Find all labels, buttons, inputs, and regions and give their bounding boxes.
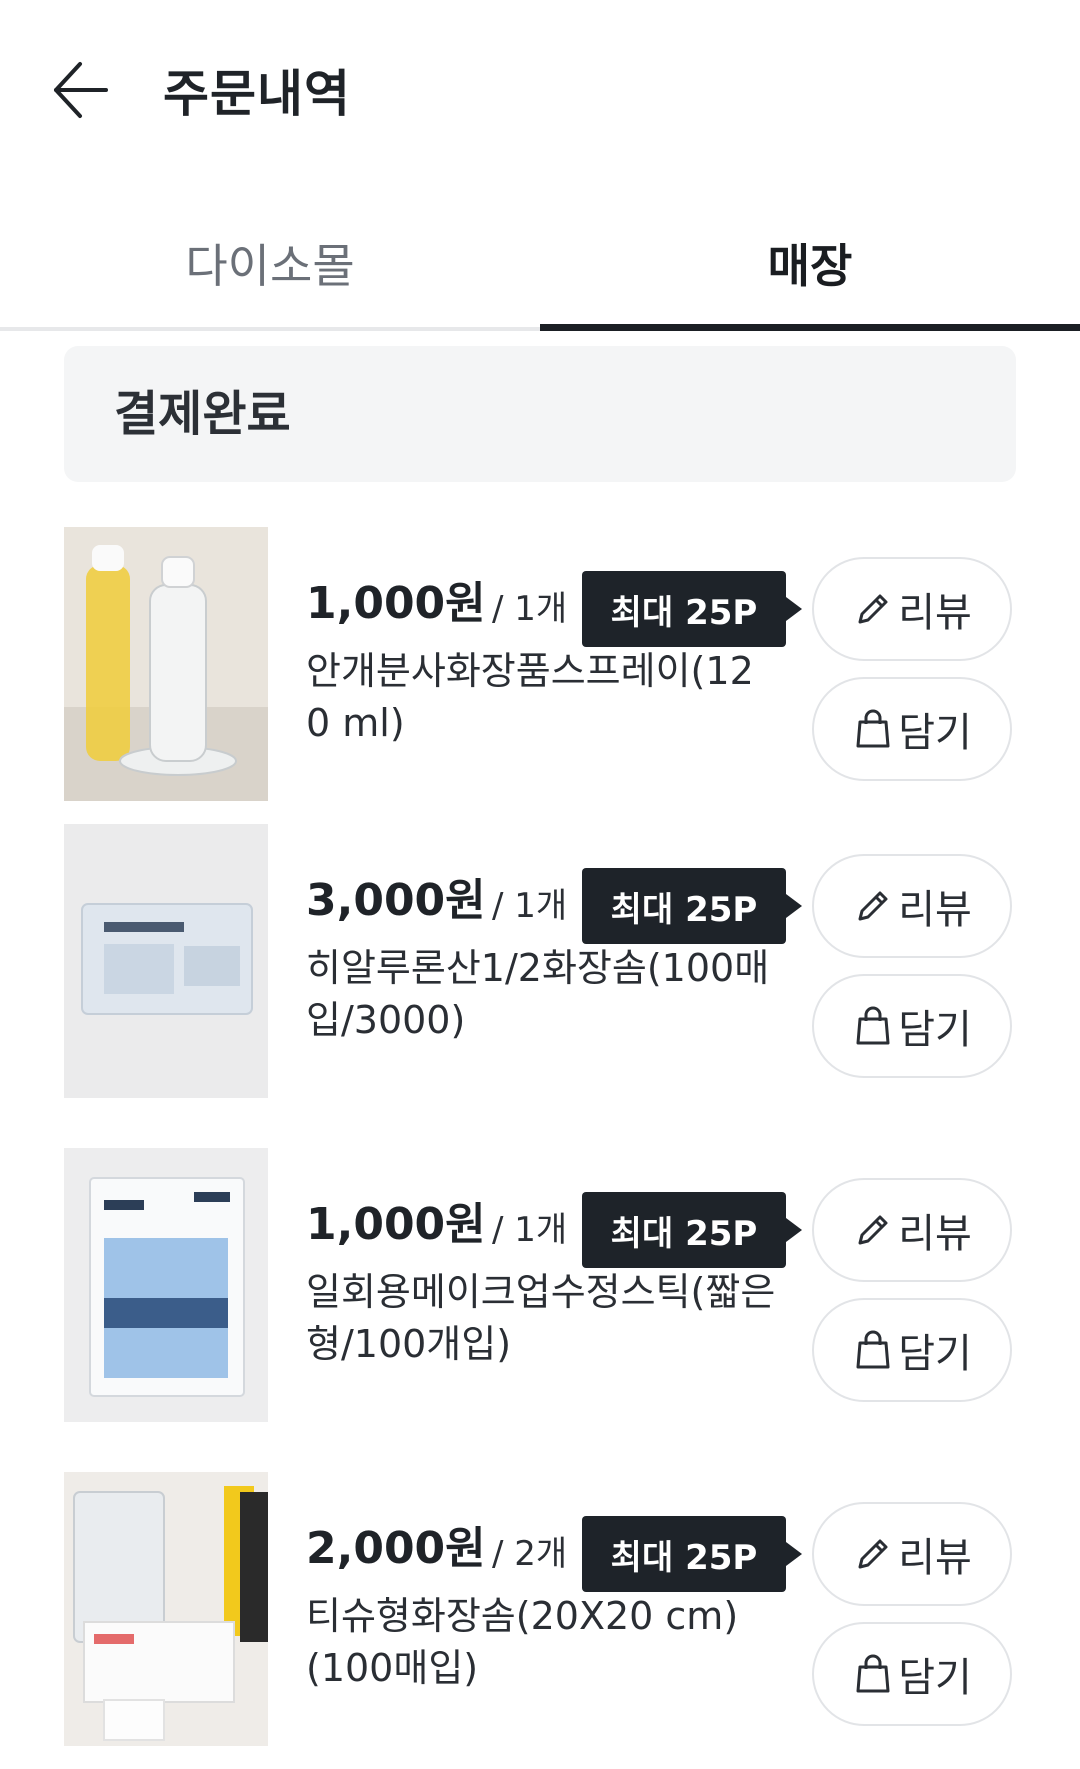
item-quantity: / 2개 xyxy=(492,1534,568,1574)
shopping-bag-icon xyxy=(856,709,890,748)
cotton-pad-pack-image[interactable] xyxy=(64,824,268,1098)
review-button[interactable]: 리뷰 xyxy=(812,854,1012,958)
cart-label: 담기 xyxy=(898,1331,972,1377)
cart-label: 담기 xyxy=(898,1007,972,1053)
shopping-bag-icon xyxy=(856,1654,890,1693)
review-button[interactable]: 리뷰 xyxy=(812,557,1012,661)
cart-label: 담기 xyxy=(898,710,972,756)
item-quantity: / 1개 xyxy=(492,886,568,926)
order-item: 1,000원 / 1개 최대 25P 안개분사화장품스프레이(120 ml) 리… xyxy=(0,527,1080,801)
item-price: 3,000원 xyxy=(306,875,486,926)
order-item: 1,000원 / 1개 최대 25P 일회용메이크업수정스틱(짧은형/100개입… xyxy=(0,1148,1080,1422)
item-name[interactable]: 히알루론산1/2화장솜(100매입/3000) xyxy=(306,942,776,1046)
point-badge: 최대 25P xyxy=(582,1192,802,1268)
back-arrow-icon[interactable] xyxy=(50,52,126,128)
review-button[interactable]: 리뷰 xyxy=(812,1178,1012,1282)
cotton-swab-pack-image[interactable] xyxy=(64,1148,268,1422)
review-button[interactable]: 리뷰 xyxy=(812,1502,1012,1606)
point-badge: 최대 25P xyxy=(582,1516,802,1592)
pencil-icon xyxy=(858,1539,888,1569)
shopping-bag-icon xyxy=(856,1330,890,1369)
pencil-icon xyxy=(858,594,888,624)
spray-bottles-image[interactable] xyxy=(64,527,268,801)
pencil-icon xyxy=(858,1215,888,1245)
point-badge: 최대 25P xyxy=(582,868,802,944)
page-title: 주문내역 xyxy=(163,65,351,123)
review-label: 리뷰 xyxy=(898,1211,972,1257)
review-label: 리뷰 xyxy=(898,590,972,636)
order-item: 3,000원 / 1개 최대 25P 히알루론산1/2화장솜(100매입/300… xyxy=(0,824,1080,1098)
order-status-box: 결제완료 xyxy=(64,346,1016,482)
cart-label: 담기 xyxy=(898,1655,972,1701)
add-to-cart-button[interactable]: 담기 xyxy=(812,677,1012,781)
tab-bar: 다이소몰 매장 xyxy=(0,195,1080,331)
order-status-label: 결제완료 xyxy=(114,386,291,442)
pencil-icon xyxy=(858,891,888,921)
shopping-bag-icon xyxy=(856,1006,890,1045)
tab-daiso-mall[interactable]: 다이소몰 xyxy=(0,195,540,331)
item-price: 2,000원 xyxy=(306,1523,486,1574)
add-to-cart-button[interactable]: 담기 xyxy=(812,974,1012,1078)
item-price: 1,000원 xyxy=(306,578,486,629)
active-tab-indicator xyxy=(540,324,1080,331)
item-quantity: / 1개 xyxy=(492,1210,568,1250)
point-badge: 최대 25P xyxy=(582,571,802,647)
tissue-cotton-image[interactable] xyxy=(64,1472,268,1746)
item-name[interactable]: 티슈형화장솜(20X20 cm)(100매입) xyxy=(306,1590,776,1694)
add-to-cart-button[interactable]: 담기 xyxy=(812,1298,1012,1402)
item-price: 1,000원 xyxy=(306,1199,486,1250)
tab-store[interactable]: 매장 xyxy=(540,195,1080,331)
item-name[interactable]: 안개분사화장품스프레이(120 ml) xyxy=(306,645,776,749)
item-name[interactable]: 일회용메이크업수정스틱(짧은형/100개입) xyxy=(306,1266,776,1370)
review-label: 리뷰 xyxy=(898,887,972,933)
header: 주문내역 xyxy=(0,0,1080,180)
review-label: 리뷰 xyxy=(898,1535,972,1581)
order-item: 2,000원 / 2개 최대 25P 티슈형화장솜(20X20 cm)(100매… xyxy=(0,1472,1080,1746)
add-to-cart-button[interactable]: 담기 xyxy=(812,1622,1012,1726)
item-quantity: / 1개 xyxy=(492,589,568,629)
